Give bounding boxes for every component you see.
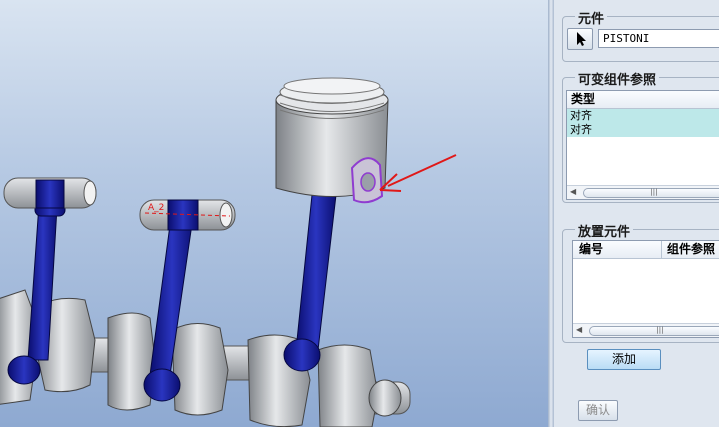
- scroll-thumb[interactable]: |||: [589, 326, 719, 336]
- place-list-header: 编号 组件参照: [573, 241, 719, 259]
- crankshaft-assembly-model: A_2: [0, 77, 457, 427]
- place-component-title: 放置元件: [575, 221, 634, 240]
- add-button[interactable]: 添加: [587, 349, 661, 370]
- type-column-header: 类型: [567, 91, 719, 109]
- model-viewport[interactable]: A_2: [0, 0, 548, 427]
- variable-refs-list[interactable]: 类型 对齐 对齐 ◀ |||: [566, 90, 719, 200]
- list-item[interactable]: 对齐: [567, 109, 719, 123]
- cursor-arrow-icon: [577, 32, 586, 46]
- scroll-left-icon[interactable]: ◀: [570, 187, 576, 196]
- horizontal-scrollbar[interactable]: ◀ |||: [573, 323, 719, 337]
- place-component-list[interactable]: 编号 组件参照 ◀ |||: [572, 240, 719, 338]
- number-column-header: 编号: [579, 242, 604, 256]
- component-group-title: 元件: [575, 8, 608, 27]
- connecting-rod-3: [283, 194, 337, 372]
- crankshaft: [0, 289, 411, 427]
- dimension-label: A_2: [148, 203, 164, 213]
- annotation-arrow: [379, 154, 457, 192]
- scroll-left-icon[interactable]: ◀: [576, 325, 582, 334]
- scroll-thumb[interactable]: |||: [583, 188, 719, 198]
- component-ref-column-header: 组件参照: [667, 242, 716, 256]
- list-item[interactable]: 对齐: [567, 123, 719, 137]
- component-placement-panel: 元件 PISTONI 可变组件参照 类型 对齐 对齐 ◀ ||| 放置元件 编号…: [554, 0, 719, 427]
- select-component-button[interactable]: [567, 28, 593, 50]
- horizontal-scrollbar[interactable]: ◀ |||: [567, 185, 719, 199]
- component-name-field[interactable]: PISTONI: [598, 29, 719, 48]
- piston: [275, 77, 389, 204]
- variable-refs-title: 可变组件参照: [575, 69, 660, 88]
- confirm-button[interactable]: 确认: [578, 400, 618, 421]
